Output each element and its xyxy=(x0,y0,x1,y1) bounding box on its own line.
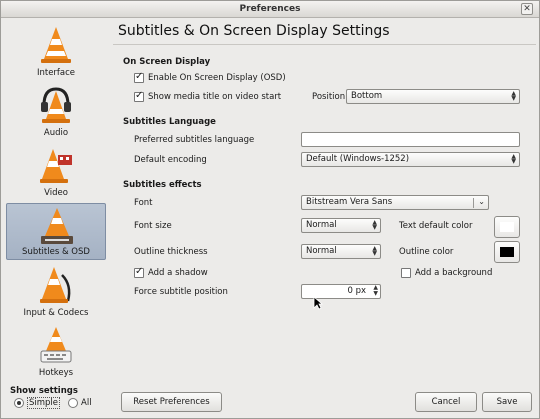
page-title: Subtitles & On Screen Display Settings xyxy=(118,23,390,39)
font-select[interactable]: Bitstream Vera Sans ⌄ xyxy=(301,195,489,210)
outline-color-button[interactable] xyxy=(494,241,520,263)
add-background-label: Add a background xyxy=(415,268,493,278)
sidebar-item-interface[interactable]: Interface xyxy=(6,23,106,80)
add-background-checkbox[interactable] xyxy=(401,268,411,278)
outline-color-swatch xyxy=(500,247,514,257)
position-label: Position xyxy=(312,92,346,102)
sidebar-item-label: Interface xyxy=(36,68,76,78)
reset-preferences-button[interactable]: Reset Preferences xyxy=(121,392,222,412)
sidebar-item-label: Audio xyxy=(43,128,69,138)
preferred-language-input[interactable] xyxy=(301,132,520,147)
subtitles-cone-icon xyxy=(41,208,73,244)
film-cone-icon xyxy=(40,149,72,183)
show-media-title-checkbox[interactable] xyxy=(134,90,144,102)
sidebar-item-hotkeys[interactable]: Hotkeys xyxy=(6,323,106,380)
sidebar-item-subtitles-osd[interactable]: Subtitles & OSD xyxy=(6,203,106,260)
show-media-title-label: Show media title on video start xyxy=(148,92,282,102)
sidebar-item-label: Hotkeys xyxy=(38,368,74,378)
add-shadow-checkbox[interactable] xyxy=(134,266,144,278)
default-encoding-value: Default (Windows-1252) xyxy=(306,154,410,164)
window-title: Preferences xyxy=(239,4,301,14)
sidebar-item-label: Input & Codecs xyxy=(23,308,89,318)
all-radio-label[interactable]: All xyxy=(81,398,92,408)
category-sidebar: Interface Audio Video Subtitles & OSD In… xyxy=(6,23,106,383)
sidebar-item-input-codecs[interactable]: Input & Codecs xyxy=(6,263,106,320)
cone-icon xyxy=(41,27,71,63)
show-settings-label: Show settings xyxy=(10,386,78,396)
add-shadow-label: Add a shadow xyxy=(148,268,208,278)
position-select[interactable]: Bottom ▲ ▼ xyxy=(346,89,520,104)
text-color-button[interactable] xyxy=(494,216,520,238)
cable-cone-icon xyxy=(40,267,71,303)
effects-heading: Subtitles effects xyxy=(123,180,202,190)
position-value: Bottom xyxy=(351,91,383,101)
title-bar: Preferences ✕ xyxy=(1,1,539,18)
osd-heading: On Screen Display xyxy=(123,57,211,67)
sidebar-item-label: Subtitles & OSD xyxy=(22,247,90,257)
mouse-cursor-icon xyxy=(313,296,323,310)
font-size-value: Normal xyxy=(306,220,337,230)
spin-arrows-icon: ▲ ▼ xyxy=(511,153,516,165)
preferred-language-label: Preferred subtitles language xyxy=(134,135,255,145)
font-size-label: Font size xyxy=(134,221,172,231)
font-value: Bitstream Vera Sans xyxy=(306,197,393,207)
all-radio[interactable] xyxy=(68,398,79,408)
keyboard-cone-icon xyxy=(40,327,72,363)
cancel-button[interactable]: Cancel xyxy=(415,392,477,412)
cancel-label: Cancel xyxy=(431,397,461,407)
show-settings-radios: Simple All xyxy=(14,397,92,409)
spin-arrows-icon: ▲ ▼ xyxy=(372,219,377,231)
preferences-window: Preferences ✕ Interface Audio Video Subt… xyxy=(0,0,540,419)
enable-osd-label: Enable On Screen Display (OSD) xyxy=(148,73,286,83)
force-position-value: 0 px xyxy=(347,286,366,296)
headphones-cone-icon xyxy=(41,87,71,123)
title-divider xyxy=(113,44,536,45)
save-button[interactable]: Save xyxy=(482,392,532,412)
default-encoding-label: Default encoding xyxy=(134,155,207,165)
language-heading: Subtitles Language xyxy=(123,117,216,127)
simple-radio[interactable] xyxy=(14,398,24,408)
outline-color-label: Outline color xyxy=(399,247,454,257)
combo-divider xyxy=(473,198,474,208)
text-color-swatch xyxy=(500,222,514,232)
default-encoding-select[interactable]: Default (Windows-1252) ▲ ▼ xyxy=(301,152,520,167)
text-color-label: Text default color xyxy=(399,221,473,231)
font-size-select[interactable]: Normal ▲ ▼ xyxy=(301,218,381,233)
enable-osd-checkbox[interactable] xyxy=(134,71,144,83)
simple-radio-label[interactable]: Simple xyxy=(27,397,61,409)
sidebar-item-video[interactable]: Video xyxy=(6,143,106,200)
force-position-label: Force subtitle position xyxy=(134,287,228,297)
save-label: Save xyxy=(496,397,518,407)
spin-arrows-icon: ▲ ▼ xyxy=(511,90,516,102)
close-icon[interactable]: ✕ xyxy=(521,3,533,15)
spin-arrows-icon: ▲ ▼ xyxy=(372,245,377,257)
sidebar-item-label: Video xyxy=(44,188,68,198)
sidebar-item-audio[interactable]: Audio xyxy=(6,83,106,140)
outline-thickness-select[interactable]: Normal ▲ ▼ xyxy=(301,244,381,259)
spin-arrows-icon[interactable]: ▲ ▼ xyxy=(373,285,378,297)
chevron-down-icon: ⌄ xyxy=(478,197,485,206)
outline-thickness-label: Outline thickness xyxy=(134,247,208,257)
outline-thickness-value: Normal xyxy=(306,246,337,256)
reset-preferences-label: Reset Preferences xyxy=(133,397,210,407)
font-label: Font xyxy=(134,198,153,208)
